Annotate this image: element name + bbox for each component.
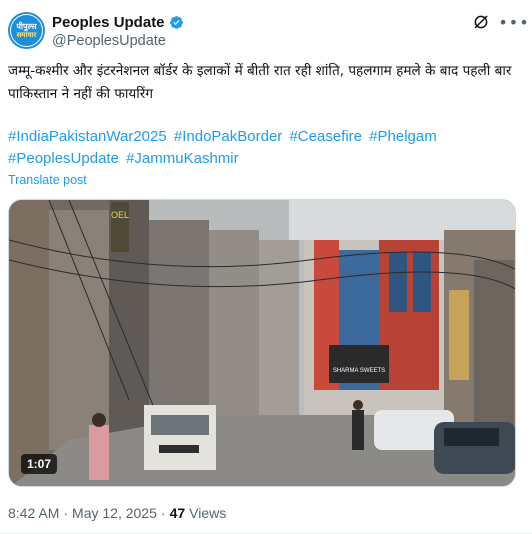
shop-sign xyxy=(329,345,389,383)
grok-icon[interactable] xyxy=(472,13,490,31)
author-display-name[interactable]: Peoples Update xyxy=(52,14,165,31)
oel-sign-text: OEL xyxy=(111,210,129,220)
hashtag-list: #IndiaPakistanWar2025 #IndoPakBorder #Ce… xyxy=(8,126,524,170)
post-date[interactable]: May 12, 2025 xyxy=(72,505,157,521)
verified-badge-icon[interactable] xyxy=(169,15,184,30)
avatar-text-line1: पीपुल्स xyxy=(16,22,37,31)
post-header: पीपुल्स समाचार Peoples Update @PeoplesUp… xyxy=(8,10,529,54)
post-text: जम्मू-कश्मीर और इंटरनेशनल बॉर्डर के इलाक… xyxy=(8,63,512,102)
post-time[interactable]: 8:42 AM xyxy=(8,505,59,521)
hashtag-link[interactable]: #JammuKashmir xyxy=(126,150,239,167)
views-label: Views xyxy=(189,505,227,521)
video-player[interactable]: OEL SHARMA SWEETS 1:07 xyxy=(8,199,516,487)
more-options-icon[interactable]: ••• xyxy=(498,12,528,32)
hashtag-link[interactable]: #PeoplesUpdate xyxy=(8,150,119,167)
video-frame-street-scene: OEL SHARMA SWEETS xyxy=(9,200,515,486)
author-handle[interactable]: @PeoplesUpdate xyxy=(52,33,184,49)
author-names: Peoples Update @PeoplesUpdate xyxy=(52,12,184,49)
avatar[interactable]: पीपुल्स समाचार xyxy=(8,12,45,49)
meta-separator: · xyxy=(63,505,69,521)
video-duration-badge: 1:07 xyxy=(21,454,58,474)
post-meta: 8:42 AM · May 12, 2025 · 47 Views xyxy=(8,505,226,521)
hashtag-link[interactable]: #Phelgam xyxy=(369,128,437,145)
hashtag-link[interactable]: #IndoPakBorder xyxy=(174,128,282,145)
views-count[interactable]: 47 xyxy=(170,505,186,521)
translate-post-link[interactable]: Translate post xyxy=(8,173,87,187)
shop-sign-text: SHARMA SWEETS xyxy=(333,368,385,374)
avatar-text-line2: समाचार xyxy=(16,31,37,39)
post-card[interactable]: पीपुल्स समाचार Peoples Update @PeoplesUp… xyxy=(0,0,532,534)
hashtag-link[interactable]: #Ceasefire xyxy=(289,128,362,145)
hashtag-link[interactable]: #IndiaPakistanWar2025 xyxy=(8,128,167,145)
meta-separator: · xyxy=(160,505,166,521)
header-actions: ••• xyxy=(472,12,529,32)
